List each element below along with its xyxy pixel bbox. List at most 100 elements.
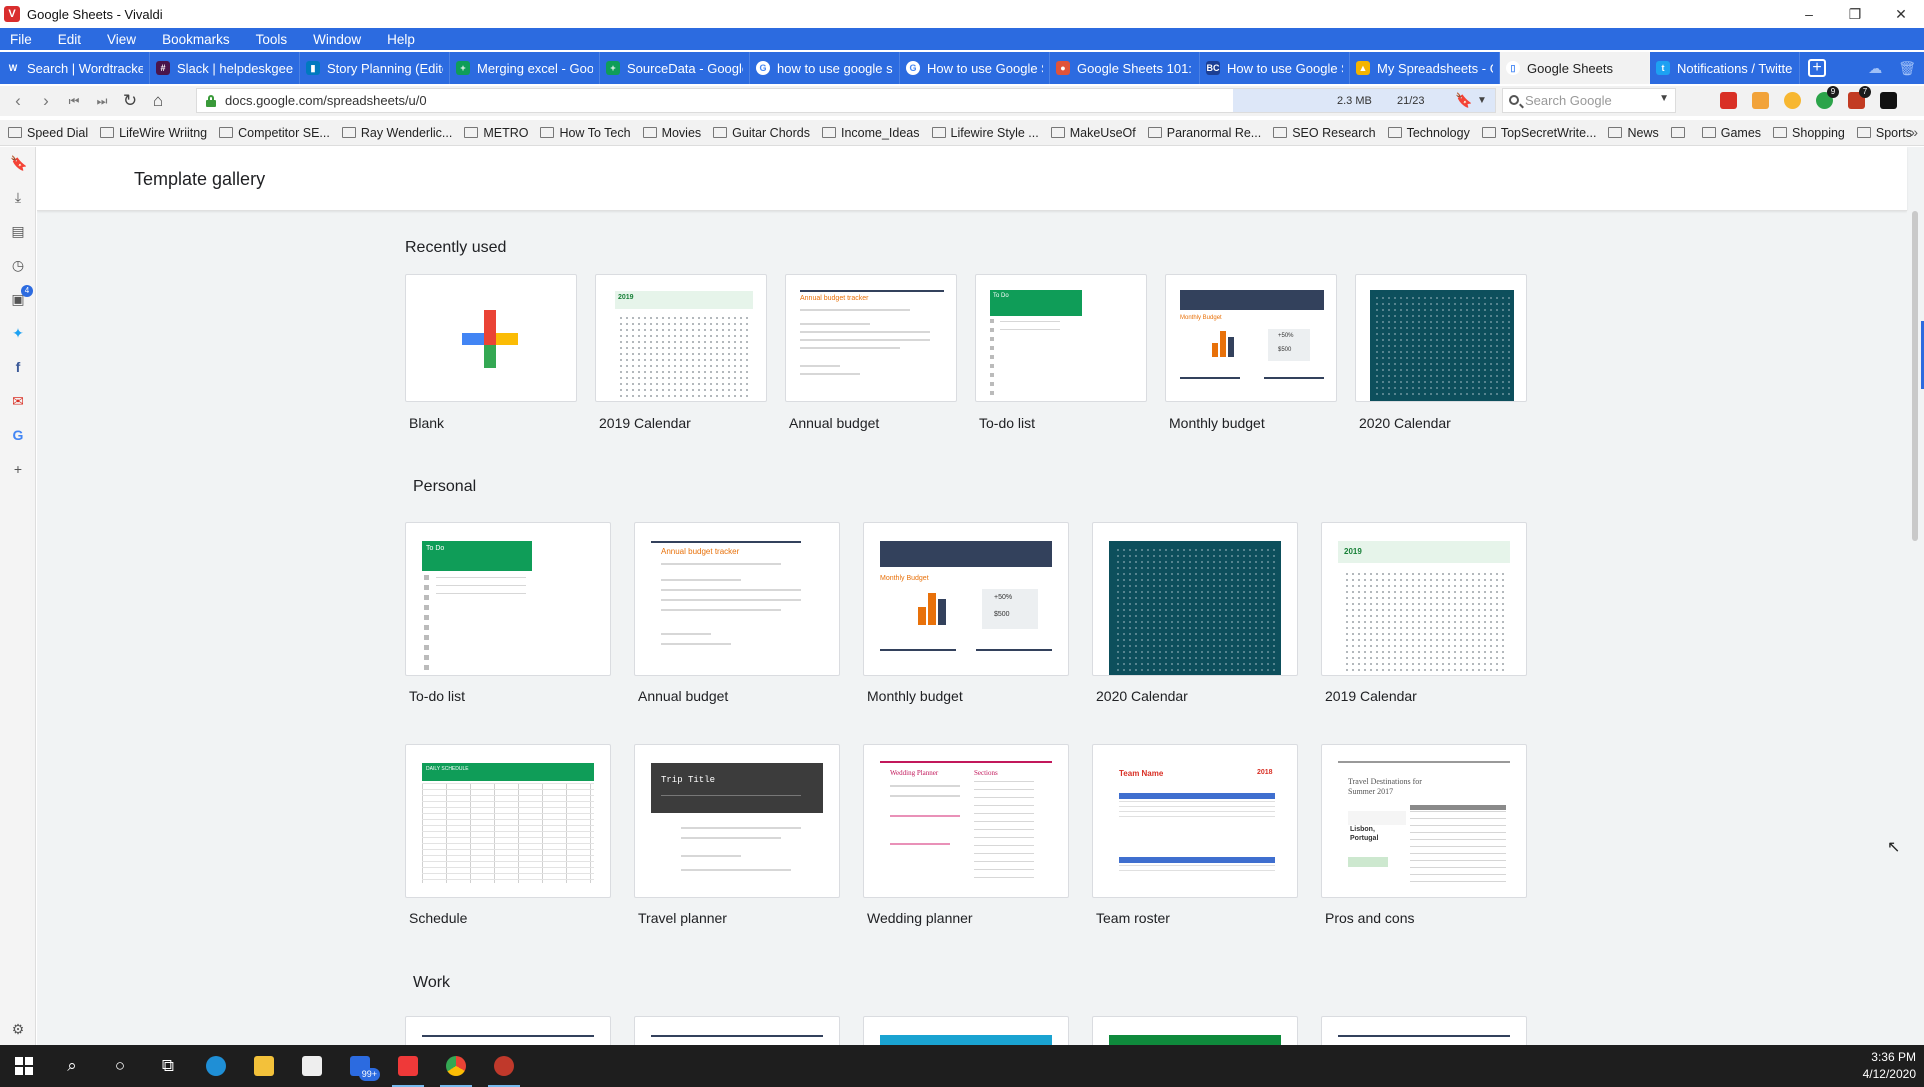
restore-button[interactable]: ❐ — [1832, 0, 1878, 28]
history-panel-icon[interactable]: ◷ — [10, 257, 26, 273]
template-thumbnail[interactable]: Annual budget tracker — [785, 274, 957, 402]
template-name[interactable]: Team roster — [1096, 910, 1170, 926]
file-explorer-icon[interactable] — [240, 1045, 288, 1087]
edge-icon[interactable] — [192, 1045, 240, 1087]
template-name[interactable]: Schedule — [409, 910, 467, 926]
bookmark-item[interactable]: Ray Wenderlic... — [341, 126, 452, 140]
home-icon[interactable]: ⌂ — [144, 91, 172, 111]
back-icon[interactable]: ‹ — [4, 91, 32, 111]
settings-gear-icon[interactable]: ⚙ — [10, 1021, 26, 1037]
template-name[interactable]: 2019 Calendar — [599, 415, 691, 431]
check-extension-icon[interactable] — [1880, 92, 1897, 109]
facebook-panel-icon[interactable]: f — [10, 359, 26, 375]
bookmark-item[interactable]: Technology — [1387, 126, 1470, 140]
bookmark-item[interactable]: Lifewire Style ... — [931, 126, 1039, 140]
stack-extension-icon[interactable]: 7 — [1848, 86, 1871, 109]
tab-3[interactable]: + Merging excel - Goog — [450, 52, 600, 84]
template-thumbnail[interactable]: To Do — [405, 522, 611, 676]
bookmarks-panel-icon[interactable]: 🔖 — [10, 155, 27, 171]
url-text[interactable]: docs.google.com/spreadsheets/u/0 — [225, 93, 427, 108]
google-panel-icon[interactable]: G — [10, 427, 26, 443]
template-thumbnail[interactable]: To Do — [975, 274, 1147, 402]
menu-tools[interactable]: Tools — [256, 32, 288, 47]
windows-panel-icon[interactable]: ▣ 4 — [10, 285, 33, 307]
sun-extension-icon[interactable] — [1784, 92, 1801, 109]
task-view-icon[interactable]: ⧉ — [144, 1045, 192, 1087]
template-thumbnail[interactable] — [863, 1016, 1069, 1045]
menu-help[interactable]: Help — [387, 32, 415, 47]
template-name[interactable]: 2019 Calendar — [1325, 688, 1417, 704]
tab-6[interactable]: G How to use Google Sh — [900, 52, 1050, 84]
fast-forward-icon[interactable]: ⏭ — [88, 94, 116, 109]
tab-1[interactable]: # Slack | helpdeskgeek — [150, 52, 300, 84]
bookmark-item[interactable]: SEO Research — [1273, 126, 1376, 140]
add-panel-icon[interactable]: + — [10, 461, 26, 477]
template-thumbnail[interactable]: Monthly Budget +50% $500 — [1165, 274, 1337, 402]
tab-11[interactable]: t Notifications / Twitter — [1650, 52, 1800, 84]
template-thumbnail[interactable]: 2019 — [1321, 522, 1527, 676]
bookmark-item[interactable]: METRO — [464, 126, 528, 140]
bookmark-item[interactable]: TopSecretWrite... — [1481, 126, 1596, 140]
chrome-icon[interactable] — [432, 1045, 480, 1087]
bookmark-item[interactable] — [1670, 126, 1690, 140]
new-tab-button[interactable]: + — [1800, 52, 1834, 84]
bookmark-item[interactable]: Games — [1701, 126, 1761, 140]
search-input[interactable]: Search Google ▼ — [1502, 88, 1676, 113]
template-name[interactable]: Monthly budget — [1169, 415, 1265, 431]
chevron-down-icon[interactable]: ▼ — [1477, 95, 1487, 106]
template-name[interactable]: Blank — [409, 415, 444, 431]
bookmark-item[interactable]: How To Tech — [540, 126, 631, 140]
tab-4[interactable]: + SourceData - Google — [600, 52, 750, 84]
trash-icon[interactable]: 🗑 — [1898, 60, 1916, 77]
bookmark-item[interactable]: Sports — [1856, 126, 1912, 140]
search-icon[interactable]: ⌕ — [48, 1045, 96, 1087]
template-thumbnail[interactable]: 2019 — [595, 274, 767, 402]
template-thumbnail[interactable] — [1321, 1016, 1527, 1045]
chevron-down-icon[interactable]: ▼ — [1659, 93, 1669, 104]
menu-window[interactable]: Window — [313, 32, 361, 47]
template-thumbnail[interactable] — [405, 274, 577, 402]
bookmark-item[interactable]: News — [1608, 126, 1659, 140]
template-name[interactable]: Travel planner — [638, 910, 727, 926]
mail-icon[interactable]: 99+ — [336, 1045, 384, 1087]
tab-9[interactable]: ▲ My Spreadsheets - Go — [1350, 52, 1500, 84]
template-thumbnail[interactable]: DAILY SCHEDULE — [405, 744, 611, 898]
bookmark-icon[interactable]: 🔖 — [1455, 92, 1472, 109]
template-name[interactable]: Annual budget — [789, 415, 879, 431]
template-thumbnail[interactable]: Travel Destinations for Summer 2017 Lisb… — [1321, 744, 1527, 898]
template-name[interactable]: Annual budget — [638, 688, 728, 704]
cortana-icon[interactable]: ○ — [96, 1045, 144, 1087]
menu-view[interactable]: View — [107, 32, 136, 47]
template-thumbnail[interactable]: Annual budget tracker — [634, 522, 840, 676]
bookmark-item[interactable]: Shopping — [1773, 126, 1845, 140]
template-thumbnail[interactable] — [1092, 522, 1298, 676]
template-name[interactable]: 2020 Calendar — [1096, 688, 1188, 704]
tab-0[interactable]: W Search | Wordtracker — [0, 52, 150, 84]
vivaldi-taskbar-icon[interactable] — [384, 1045, 432, 1087]
scrollbar[interactable] — [1907, 211, 1924, 1045]
bookmark-item[interactable]: LifeWire Wriitng — [100, 126, 207, 140]
notes-panel-icon[interactable]: ▤ — [10, 223, 26, 239]
template-name[interactable]: Wedding planner — [867, 910, 973, 926]
cloud-sync-icon[interactable]: ☁ — [1868, 60, 1882, 77]
template-name[interactable]: Monthly budget — [867, 688, 963, 704]
bookmark-item[interactable]: Movies — [642, 126, 701, 140]
tab-2[interactable]: ▮ Story Planning (Editor — [300, 52, 450, 84]
menu-file[interactable]: File — [10, 32, 32, 47]
url-field[interactable]: docs.google.com/spreadsheets/u/0 2.3 MB … — [196, 88, 1496, 113]
chevron-right-icon[interactable]: » — [1910, 124, 1918, 140]
template-thumbnail[interactable]: Trip Title — [634, 744, 840, 898]
template-thumbnail[interactable]: Wedding Planner Sections — [863, 744, 1069, 898]
rewind-icon[interactable]: ⏮ — [60, 94, 88, 109]
system-clock[interactable]: 3:36 PM 4/12/2020 — [1863, 1049, 1916, 1083]
menu-bookmarks[interactable]: Bookmarks — [162, 32, 230, 47]
bookmark-item[interactable]: Speed Dial — [8, 126, 88, 140]
forward-icon[interactable]: › — [32, 91, 60, 111]
template-thumbnail[interactable] — [634, 1016, 840, 1045]
tab-8[interactable]: BC How to use Google Sh — [1200, 52, 1350, 84]
minimize-button[interactable]: – — [1786, 0, 1832, 28]
store-icon[interactable] — [288, 1045, 336, 1087]
orange-extension-icon[interactable] — [1752, 92, 1769, 109]
template-thumbnail[interactable] — [1355, 274, 1527, 402]
template-thumbnail[interactable]: Monthly Budget +50% $500 — [863, 522, 1069, 676]
